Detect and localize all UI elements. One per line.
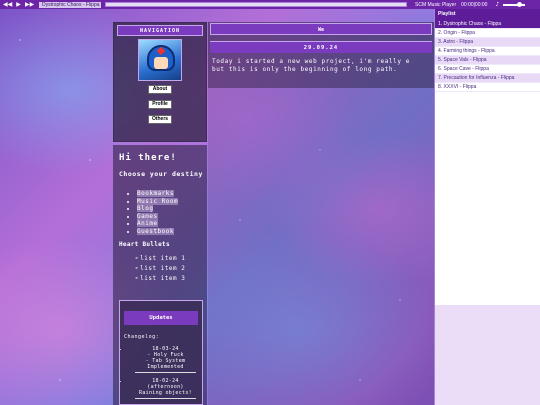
track-progress-bar[interactable] [105,2,407,7]
list-item: Bookmarks [137,190,207,198]
heart-bullet-list: ➢list item 1 ➢list item 2 ➢list item 3 [135,254,207,284]
link-blog[interactable]: Blog [137,205,154,212]
player-app-name[interactable]: SCM Music Player [415,2,456,8]
list-item: Blog [137,205,207,213]
volume-icon[interactable]: ♪ [495,1,499,8]
playlist-item[interactable]: 7. Precaution for Influenza - Flippa [435,74,540,83]
playlist-item[interactable]: 3. Astro - Flippa [435,38,540,47]
main-content-area [208,88,434,405]
choose-heading: Choose your destiny [119,170,203,178]
list-item: ➢list item 3 [135,275,186,282]
avatar [138,39,182,81]
heart-bullet-icon: ➢ [135,265,140,272]
playlist-list: 1. Dystrophic Chaos - Flippa 2. Origin - … [435,20,540,92]
divider [135,398,196,399]
updates-title: Updates [124,311,198,325]
list-item: ➢list item 2 [135,265,186,272]
link-games[interactable]: Games [137,212,158,220]
list-item: 18-03-24- Holy Fuck- Tab SystemImplement… [129,346,202,373]
list-item: Games [137,212,207,221]
post-text-line: Today i started a new web project, i'm r… [212,58,410,65]
update-line: Implemented [147,364,184,370]
heart-bullets-heading: Heart Bullets [119,241,170,248]
list-item: 18-02-24(afternoon)Raining objects! [129,378,202,399]
list-item: ➢list item 1 [135,255,186,262]
link-anime[interactable]: Anime [137,220,158,227]
site-links: Bookmarks Music Room Blog Games Anime Gu… [137,190,207,235]
link-bookmarks[interactable]: Bookmarks [137,190,175,197]
playlist-item[interactable]: 8. XXXVI - Flippa [435,83,540,92]
playlist-panel: Playlist 1. Dystrophic Chaos - Flippa 2. … [434,9,540,405]
next-icon[interactable]: ▶▶ [25,0,34,9]
now-playing-title: Dystrophic Chaos - Flippa [39,1,101,8]
changelog-label: Changelog: [124,334,160,340]
list-item: Music Room [137,197,207,206]
playlist-title: Playlist [435,9,540,20]
playlist-footer [435,305,540,405]
playlist-item[interactable]: 1. Dystrophic Chaos - Flippa [435,20,540,29]
list-item: Anime [137,220,207,228]
others-button[interactable]: Others [148,115,172,124]
music-player-bar: ◀◀ ▶ ▶▶ Dystrophic Chaos - Flippa SCM Mu… [0,0,540,9]
navigation-box: NAVIGATION About Profile Others [113,22,207,142]
playlist-item[interactable]: 4. Farming things - Flippa [435,47,540,56]
link-music-room[interactable]: Music Room [137,197,179,205]
heart-bullet-icon: ➢ [135,255,140,262]
playlist-item[interactable]: 5. Space Vals - Flippa [435,56,540,65]
link-guestbook[interactable]: Guestbook [137,227,175,235]
update-line: Raining objects! [139,390,192,396]
prev-icon[interactable]: ◀◀ [3,0,12,9]
main-title: We [210,23,432,35]
play-icon[interactable]: ▶ [14,0,23,9]
about-button[interactable]: About [148,85,172,94]
track-time: 00:00|00:00 [461,1,488,8]
changelog-list: 18-03-24- Holy Fuck- Tab SystemImplement… [129,346,202,404]
volume-knob[interactable] [517,1,523,7]
heart-bullet-icon: ➢ [135,275,140,282]
list-item: Guestbook [137,227,207,236]
playlist-item[interactable]: 2. Origin - Flippa [435,29,540,38]
main-content: We 29.09.24 Today i started a new web pr… [208,22,434,88]
greeting-heading: Hi there! [119,153,177,163]
post-text-line: but this is only the beginning of long p… [212,66,398,73]
divider [135,372,196,373]
navigation-title: NAVIGATION [117,25,203,36]
profile-button[interactable]: Profile [148,100,172,109]
updates-box[interactable]: Updates Changelog: 18-03-24- Holy Fuck- … [119,300,203,405]
playlist-item[interactable]: 6. Space Cave - Flippa [435,65,540,74]
volume-slider[interactable] [503,1,526,7]
post-date: 29.09.24 [210,41,432,53]
